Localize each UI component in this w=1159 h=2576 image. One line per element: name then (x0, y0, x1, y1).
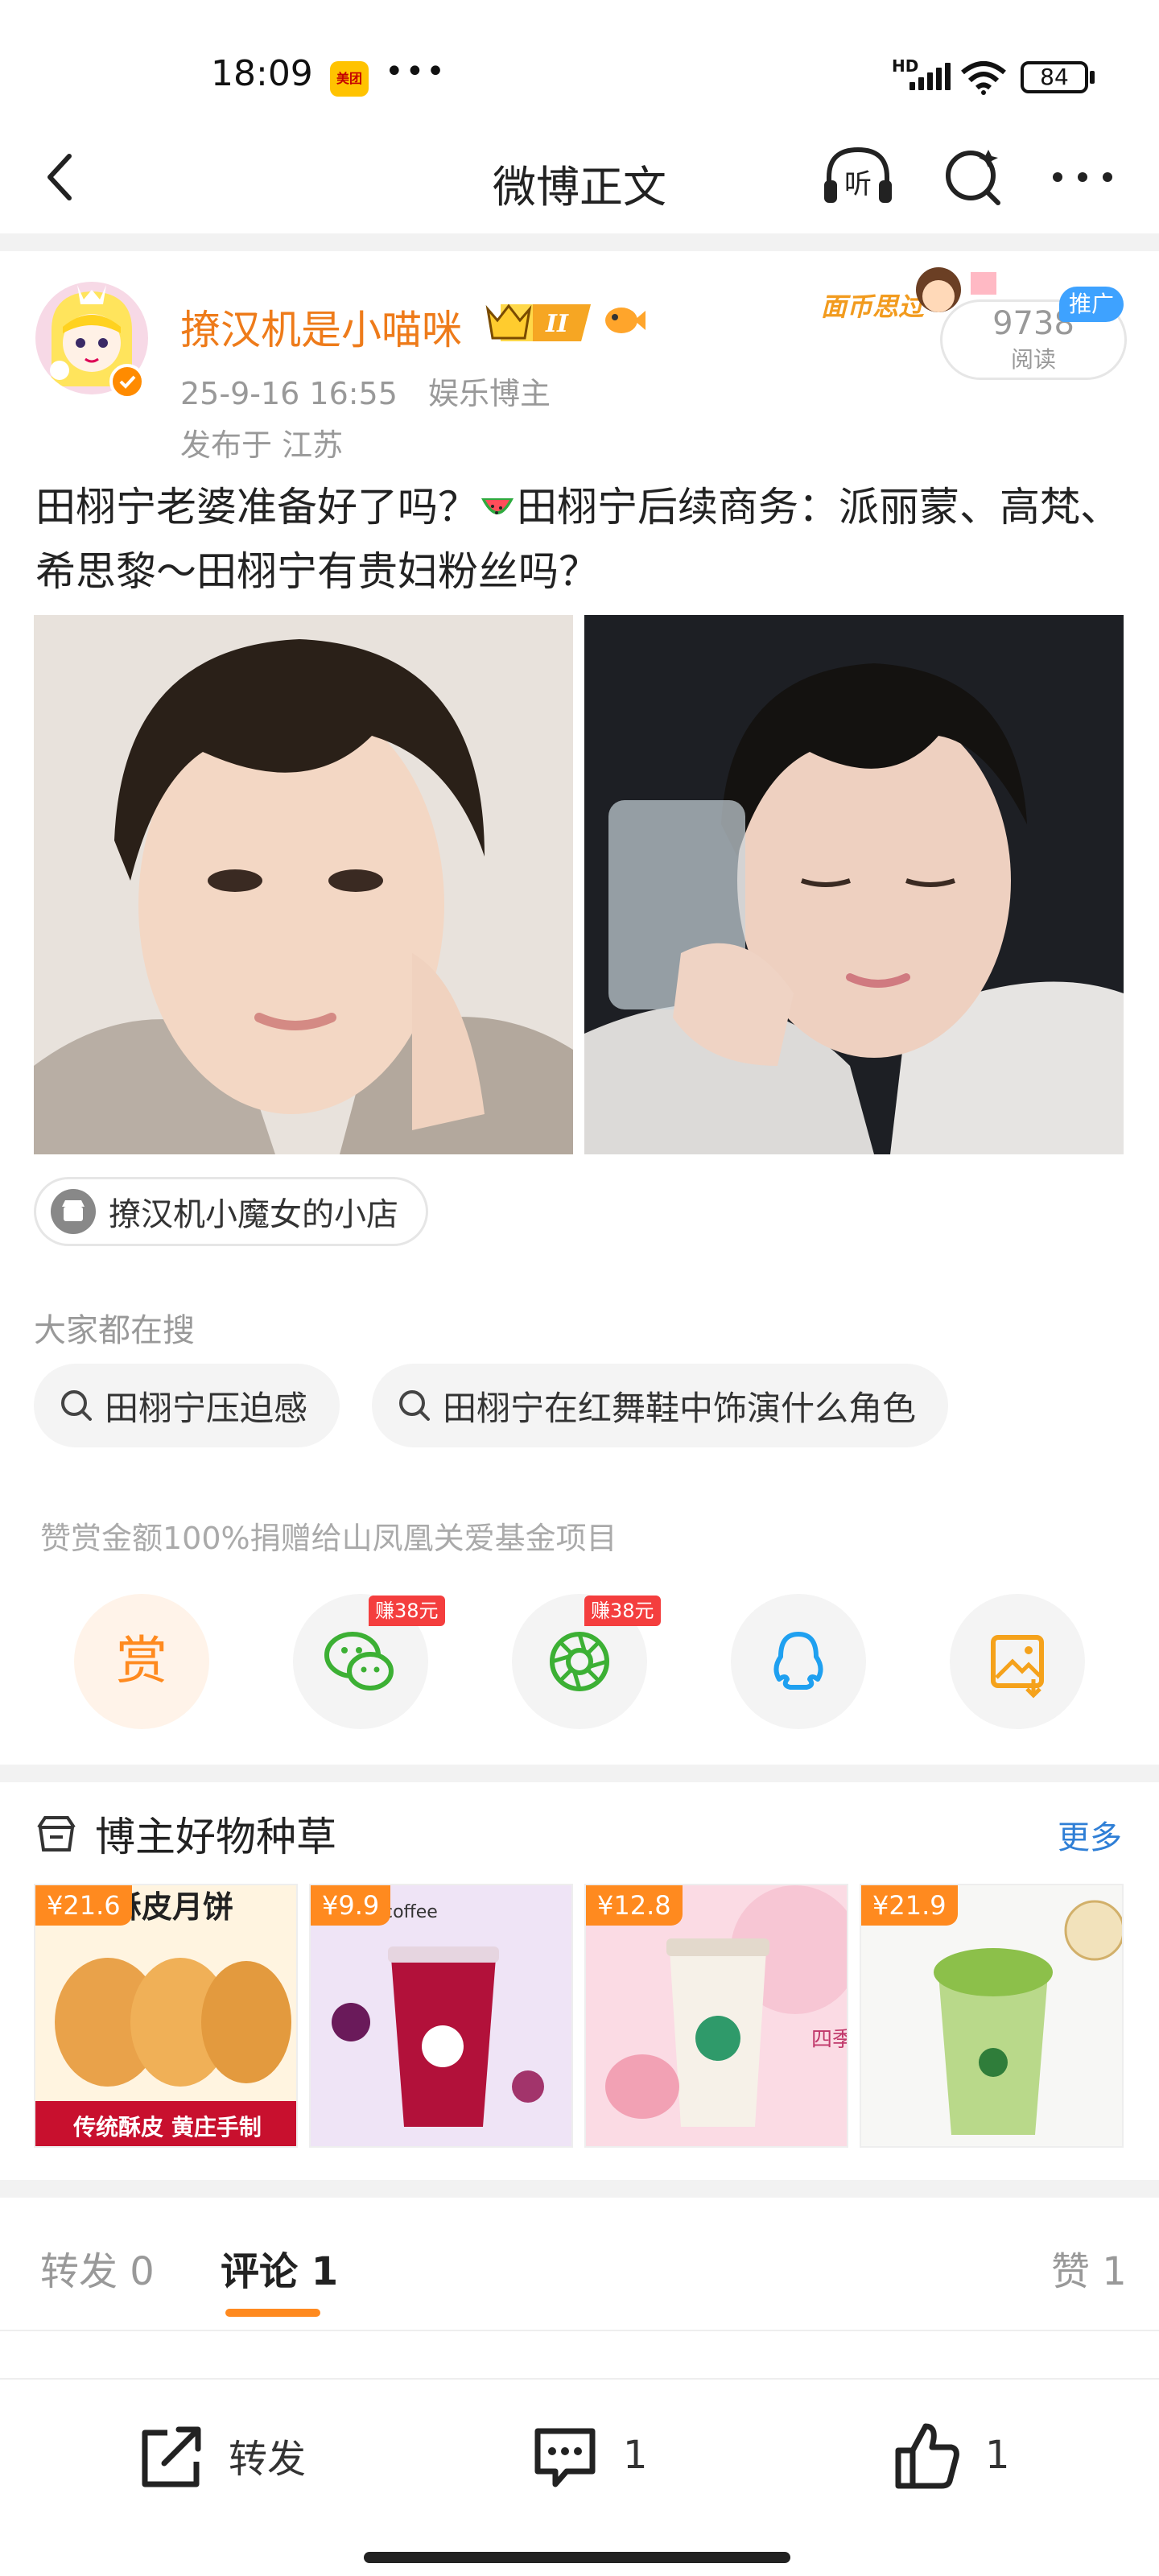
earn-badge-moments: 赚38元 (584, 1596, 661, 1626)
read-label: 阅读 (1010, 346, 1056, 373)
watermelon-icon (481, 498, 514, 514)
products-more-link[interactable]: 更多 (1058, 1811, 1122, 1858)
wechat-moments-icon (550, 1632, 609, 1691)
search-chip-2[interactable]: 田栩宁在红舞鞋中饰演什么角色 (372, 1364, 949, 1447)
battery-tip (1090, 71, 1095, 84)
svg-text:面币思过: 面币思过 (821, 291, 927, 322)
reward-label: 赏 (116, 1632, 167, 1691)
tab-like[interactable]: 赞 1 (1051, 2240, 1127, 2296)
like-icon (895, 2423, 959, 2489)
shop-basket-icon (37, 1816, 76, 1852)
svg-text:听: 听 (844, 168, 872, 200)
shop-link[interactable]: 撩汉机小魔女的小店 (34, 1177, 428, 1246)
search-chip-label: 田栩宁在红舞鞋中饰演什么角色 (443, 1388, 917, 1428)
search-icon (399, 1390, 430, 1421)
vip-level-text: II (545, 310, 569, 338)
post-text: 田栩宁老婆准备好了吗？ 田栩宁后续商务：派丽蒙、高梵、希思黎～田栩宁有贵妇粉丝吗？ (35, 475, 1130, 604)
save-image-icon (991, 1635, 1044, 1699)
divider-band (0, 2180, 1159, 2198)
post-time: 25-9-16 16:55 (180, 376, 398, 411)
signal-icon (909, 63, 951, 90)
comment-count: 1 (623, 2433, 648, 2478)
active-tab-indicator (225, 2309, 320, 2317)
svg-text:传统酥皮 黄庄手制: 传统酥皮 黄庄手制 (72, 2114, 262, 2140)
more-icon[interactable] (1046, 145, 1119, 209)
product-price: ¥12.8 (586, 1885, 683, 1926)
divider-band (0, 1765, 1159, 1782)
trending-search-title: 大家都在搜 (34, 1312, 195, 1349)
like-button[interactable]: 1 (889, 2417, 1010, 2494)
product-price: ¥9.9 (311, 1885, 391, 1926)
status-overflow: ••• (385, 53, 447, 90)
qq-icon (773, 1632, 823, 1690)
product-card-1[interactable]: 酥皮月饼 传统酥皮 黄庄手制 ¥21.6 (34, 1884, 298, 2148)
products-title: 博主好物种草 (95, 1814, 336, 1860)
svg-text:四季: 四季 (811, 2028, 848, 2052)
tab-repost[interactable]: 转发 0 (40, 2240, 155, 2296)
search-chip-label: 田栩宁压迫感 (105, 1388, 308, 1428)
product-card-3[interactable]: 四季 ¥12.8 (584, 1884, 848, 2148)
bottom-action-bar: 转发 1 1 (0, 2378, 1159, 2576)
listen-icon[interactable]: 听 (818, 140, 898, 213)
comment-button[interactable]: 1 (526, 2417, 648, 2494)
search-icon (61, 1390, 92, 1421)
search-chip-1[interactable]: 田栩宁压迫感 (34, 1364, 340, 1447)
vip-crown-badge-icon[interactable]: II (485, 299, 591, 346)
share-qq-button[interactable] (731, 1594, 866, 1729)
post-text-part1: 田栩宁老婆准备好了吗？ (35, 484, 478, 530)
promo-tag: 推广 (1059, 287, 1124, 322)
donate-text: 赞赏金额100%捐赠给山凤凰关爱基金项目 (40, 1521, 617, 1556)
shop-icon (51, 1189, 96, 1234)
comment-icon (534, 2428, 596, 2487)
tab-comment[interactable]: 评论 1 (221, 2240, 338, 2296)
repost-label: 转发 (229, 2437, 307, 2482)
repost-button[interactable]: 转发 (132, 2417, 306, 2494)
nav-bar: 微博正文 听 (0, 121, 1159, 233)
fish-badge-icon (605, 308, 645, 333)
home-indicator[interactable] (364, 2552, 790, 2563)
verified-badge-icon (109, 364, 145, 399)
svg-text:coffee: coffee (383, 1902, 438, 1922)
product-price: ¥21.9 (861, 1885, 958, 1926)
search-icon[interactable] (940, 140, 1008, 213)
tab-divider (0, 2330, 1159, 2331)
status-time: 18:09 (211, 53, 313, 94)
reward-button[interactable]: 赏 (74, 1594, 209, 1729)
post-photo-1[interactable] (34, 615, 573, 1154)
product-card-2[interactable]: coffee ¥9.9 (309, 1884, 573, 2148)
wechat-icon (324, 1632, 394, 1690)
post-category: 娱乐博主 (428, 376, 551, 411)
repost-icon (142, 2426, 201, 2487)
meituan-app-icon: 美团 (330, 61, 369, 97)
post-photo-2[interactable] (584, 615, 1124, 1154)
save-image-button[interactable] (950, 1594, 1085, 1729)
shop-label: 撩汉机小魔女的小店 (109, 1196, 398, 1233)
divider-band (0, 233, 1159, 251)
battery-icon: 84 (1021, 61, 1088, 93)
like-count: 1 (985, 2433, 1010, 2478)
product-card-4[interactable]: ¥21.9 (860, 1884, 1124, 2148)
username[interactable]: 撩汉机是小喵咪 (180, 298, 462, 356)
earn-badge-wechat: 赚38元 (369, 1596, 445, 1626)
post-location: 发布于 江苏 (180, 427, 344, 463)
post-meta: 25-9-16 16:55 娱乐博主 (180, 369, 551, 413)
product-price: ¥21.6 (35, 1885, 132, 1926)
wifi-icon (961, 61, 1006, 95)
